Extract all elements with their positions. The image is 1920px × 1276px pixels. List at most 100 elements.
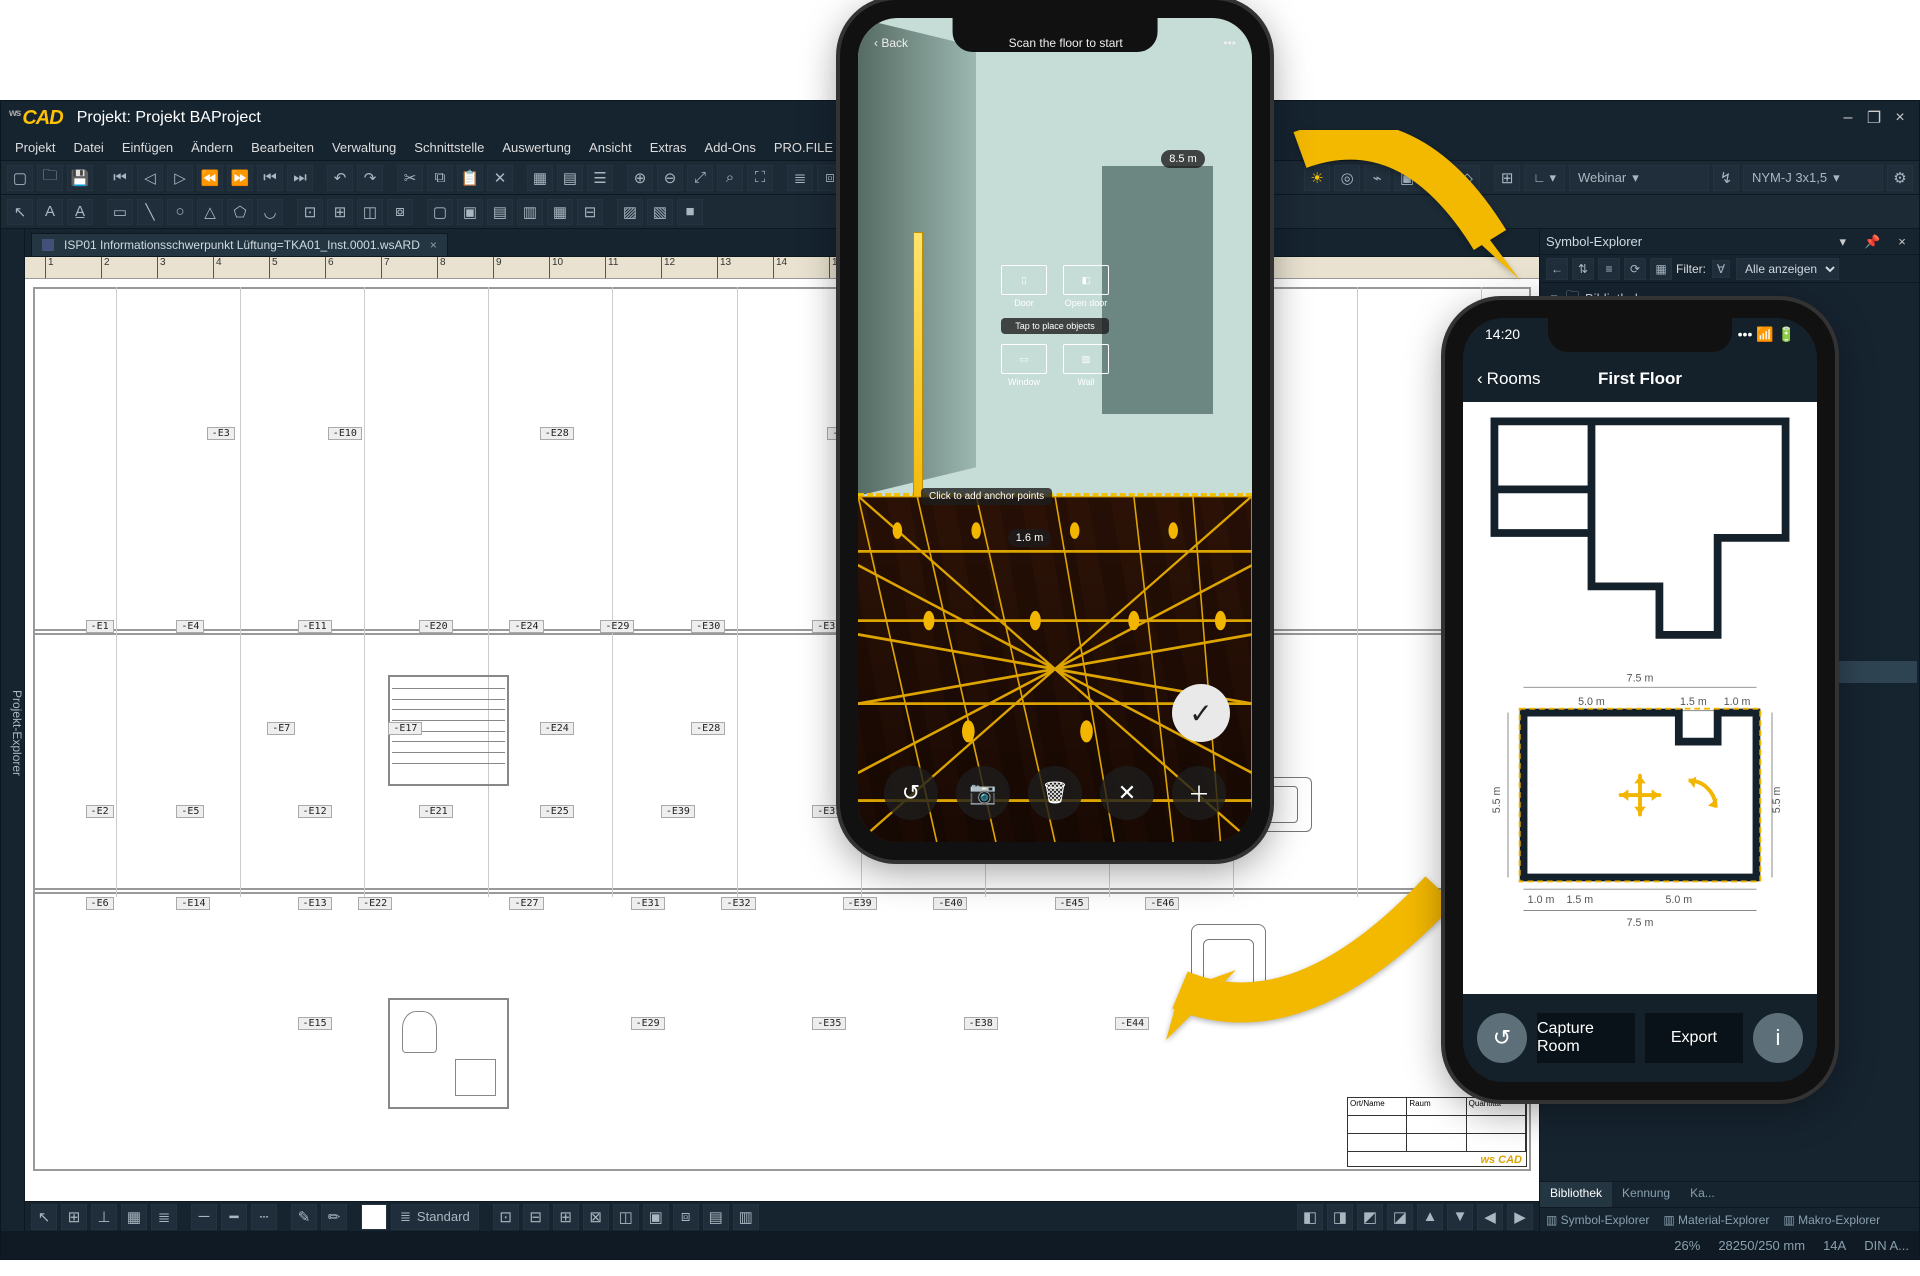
- panel-collapse-icon[interactable]: ▾: [1832, 231, 1854, 253]
- s-m7-icon[interactable]: ◀: [1477, 1204, 1503, 1230]
- ar-cancel-button[interactable]: ✕: [1100, 766, 1154, 820]
- menu-datei[interactable]: Datei: [65, 137, 111, 158]
- s-m4-icon[interactable]: ◪: [1387, 1204, 1413, 1230]
- nav-first-icon[interactable]: ⏮: [107, 165, 133, 191]
- s-m5-icon[interactable]: ▲: [1417, 1204, 1443, 1230]
- box5-icon[interactable]: ▦: [547, 199, 573, 225]
- poly-icon[interactable]: ⬠: [227, 199, 253, 225]
- redo-icon[interactable]: ↷: [357, 165, 383, 191]
- s-e3-icon[interactable]: ⊞: [553, 1204, 579, 1230]
- cursor-icon[interactable]: ↖: [7, 199, 33, 225]
- menu-profile[interactable]: PRO.FILE: [766, 137, 841, 158]
- s-pen-icon[interactable]: ✎: [291, 1204, 317, 1230]
- s-e6-icon[interactable]: ▣: [643, 1204, 669, 1230]
- angle-tool[interactable]: ∟ ▾: [1524, 165, 1565, 191]
- s-ortho-icon[interactable]: ⊥: [91, 1204, 117, 1230]
- ar-undo-button[interactable]: ↺: [884, 766, 938, 820]
- nav-skipfwd-icon[interactable]: ⏭: [287, 165, 313, 191]
- s-m1-icon[interactable]: ◧: [1297, 1204, 1323, 1230]
- copy-icon[interactable]: ⧉: [427, 165, 453, 191]
- filter-dropdown[interactable]: Alle anzeigen: [1736, 258, 1839, 280]
- box1-icon[interactable]: ▢: [427, 199, 453, 225]
- tri-icon[interactable]: △: [197, 199, 223, 225]
- pt-refresh-icon[interactable]: ⟳: [1624, 258, 1646, 280]
- line-icon[interactable]: ╲: [137, 199, 163, 225]
- menu-ansicht[interactable]: Ansicht: [581, 137, 640, 158]
- zoom-fit-icon[interactable]: ⤢: [687, 165, 713, 191]
- hatch2-icon[interactable]: ▧: [647, 199, 673, 225]
- ar-more-button[interactable]: •••: [1223, 36, 1236, 50]
- snap2-icon[interactable]: ⊞: [327, 199, 353, 225]
- s-e2-icon[interactable]: ⊟: [523, 1204, 549, 1230]
- list-icon[interactable]: ☰: [587, 165, 613, 191]
- phone2-back-button[interactable]: ‹ Rooms: [1477, 369, 1541, 389]
- menu-extras[interactable]: Extras: [642, 137, 695, 158]
- box4-icon[interactable]: ▥: [517, 199, 543, 225]
- snap3-icon[interactable]: ◫: [357, 199, 383, 225]
- phone2-info-button[interactable]: i: [1753, 1013, 1803, 1063]
- undo-icon[interactable]: ↶: [327, 165, 353, 191]
- s-color-icon[interactable]: [361, 1204, 387, 1230]
- menu-bearbeiten[interactable]: Bearbeiten: [243, 137, 322, 158]
- ar-confirm-button[interactable]: ✓: [1172, 684, 1230, 742]
- zoom-out-icon[interactable]: ⊖: [657, 165, 683, 191]
- footer-makro-explorer[interactable]: ▥ Makro-Explorer: [1783, 1213, 1880, 1227]
- s-e4-icon[interactable]: ⊠: [583, 1204, 609, 1230]
- menu-auswertung[interactable]: Auswertung: [494, 137, 579, 158]
- s-e8-icon[interactable]: ▤: [703, 1204, 729, 1230]
- menu-addons[interactable]: Add-Ons: [697, 137, 764, 158]
- phone2-canvas[interactable]: 7.5 m 5.0 m 1.5 m 1.0 m 5.5 m 5.5 m: [1463, 402, 1817, 994]
- pt-filter-icon[interactable]: ≡: [1598, 258, 1620, 280]
- menu-aendern[interactable]: Ändern: [183, 137, 241, 158]
- ar-tool-door[interactable]: ▯Door: [1001, 265, 1047, 308]
- nav-ff-icon[interactable]: ⏩: [227, 165, 253, 191]
- window-maximize-button[interactable]: ❐: [1863, 107, 1885, 129]
- ar-tool-wall[interactable]: ▨Wall: [1063, 344, 1109, 387]
- text-a2-icon[interactable]: A̲: [67, 199, 93, 225]
- panel-pin-icon[interactable]: 📌: [1861, 231, 1883, 253]
- open-icon[interactable]: 🗀: [37, 165, 63, 191]
- s-pen2-icon[interactable]: ✏: [321, 1204, 347, 1230]
- s-line2-icon[interactable]: ━: [221, 1204, 247, 1230]
- snap1-icon[interactable]: ⊡: [297, 199, 323, 225]
- rect-icon[interactable]: ▭: [107, 199, 133, 225]
- new-icon[interactable]: ▢: [7, 165, 33, 191]
- panel-tab-kennung[interactable]: Kennung: [1612, 1182, 1680, 1207]
- panel-close-icon[interactable]: ×: [1891, 230, 1913, 252]
- cut-icon[interactable]: ✂: [397, 165, 423, 191]
- filter-all-icon[interactable]: ∀: [1712, 260, 1730, 278]
- layer-icon[interactable]: ≣: [787, 165, 813, 191]
- s-m3-icon[interactable]: ◩: [1357, 1204, 1383, 1230]
- menu-schnittstelle[interactable]: Schnittstelle: [406, 137, 492, 158]
- footer-material-explorer[interactable]: ▥ Material-Explorer: [1663, 1213, 1769, 1227]
- solid-icon[interactable]: ■: [677, 199, 703, 225]
- s-e7-icon[interactable]: ⧈: [673, 1204, 699, 1230]
- pt-sort-icon[interactable]: ⇅: [1572, 258, 1594, 280]
- snap4-icon[interactable]: ⧇: [387, 199, 413, 225]
- nav-prev-icon[interactable]: ◁: [137, 165, 163, 191]
- s-e1-icon[interactable]: ⊡: [493, 1204, 519, 1230]
- box6-icon[interactable]: ⊟: [577, 199, 603, 225]
- phone2-export-button[interactable]: Export: [1645, 1013, 1743, 1063]
- tab-project-explorer[interactable]: Projekt-Explorer: [10, 690, 24, 776]
- s-e5-icon[interactable]: ◫: [613, 1204, 639, 1230]
- zoom-full-icon[interactable]: ⛶: [747, 165, 773, 191]
- box2-icon[interactable]: ▣: [457, 199, 483, 225]
- s-m8-icon[interactable]: ▶: [1507, 1204, 1533, 1230]
- document-tab[interactable]: ISP01 Informationsschwerpunkt Lüftung=TK…: [31, 233, 448, 256]
- arc-icon[interactable]: ◡: [257, 199, 283, 225]
- footer-symbol-explorer[interactable]: ▥ Symbol-Explorer: [1546, 1213, 1649, 1227]
- s-m2-icon[interactable]: ◨: [1327, 1204, 1353, 1230]
- window-close-button[interactable]: ×: [1889, 107, 1911, 129]
- pt-back-icon[interactable]: ←: [1546, 258, 1568, 280]
- panel-tab-bibliothek[interactable]: Bibliothek: [1540, 1182, 1612, 1207]
- s-m6-icon[interactable]: ▼: [1447, 1204, 1473, 1230]
- s-layers-icon[interactable]: ≣: [151, 1204, 177, 1230]
- s-grid-icon[interactable]: ▦: [121, 1204, 147, 1230]
- ar-tool-window[interactable]: ▭Window: [1001, 344, 1047, 387]
- grid-icon[interactable]: ▦: [527, 165, 553, 191]
- zoom-in-icon[interactable]: ⊕: [627, 165, 653, 191]
- ar-camera-button[interactable]: 📷: [956, 766, 1010, 820]
- phone2-undo-button[interactable]: ↺: [1477, 1013, 1527, 1063]
- ar-add-button[interactable]: ＋: [1172, 766, 1226, 820]
